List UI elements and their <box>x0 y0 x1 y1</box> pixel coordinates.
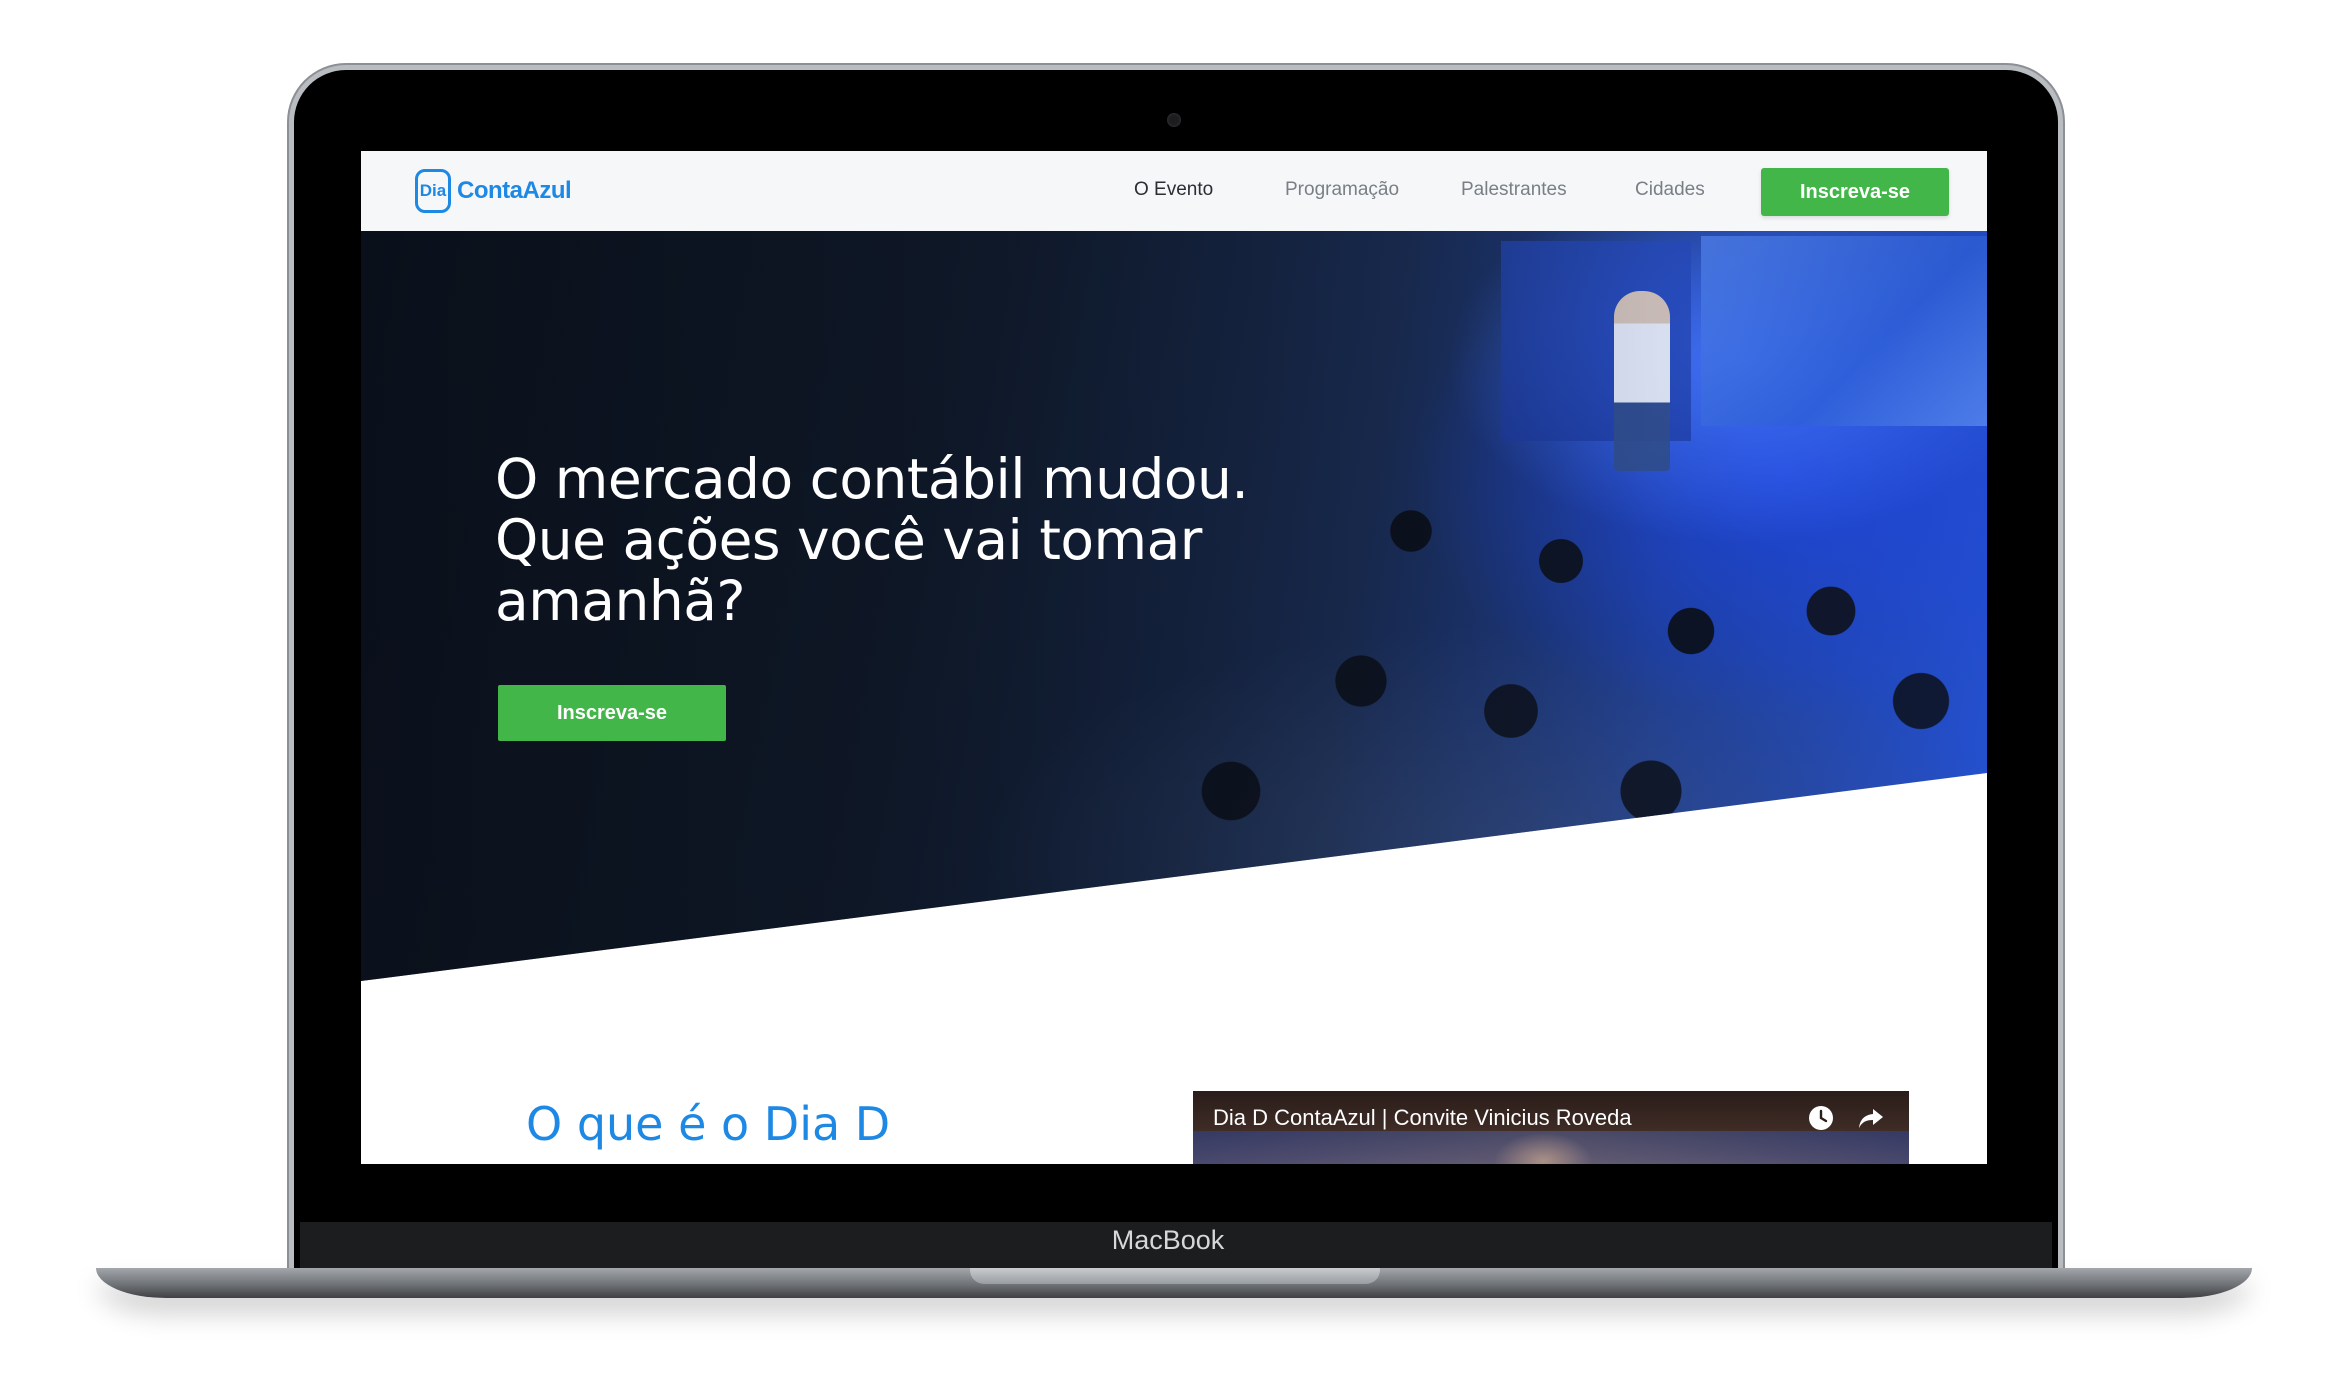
clock-icon[interactable] <box>1808 1105 1834 1131</box>
logo-text: ContaAzul <box>457 177 572 204</box>
video-title[interactable]: Dia D ContaAzul | Convite Vinicius Roved… <box>1213 1105 1632 1131</box>
hero-title-line: O mercado contábil mudou. <box>495 447 1249 511</box>
browser-screen: Dia ContaAzul O Evento Programação Pales… <box>361 151 1987 1164</box>
hero-section: O mercado contábil mudou. Que ações você… <box>361 231 1987 981</box>
logo[interactable]: Dia ContaAzul <box>415 167 572 215</box>
navbar: Dia ContaAzul O Evento Programação Pales… <box>361 151 1987 231</box>
camera-dot <box>1167 113 1181 127</box>
nav-link-programacao[interactable]: Programação <box>1285 179 1399 201</box>
share-icon[interactable] <box>1857 1105 1885 1131</box>
device-label: MacBook <box>1111 1225 1225 1255</box>
hero-title: O mercado contábil mudou. Que ações você… <box>495 449 1255 632</box>
laptop-hinge-notch <box>970 1268 1380 1284</box>
hero-title-line: Que ações você vai tomar <box>495 508 1202 572</box>
nav-link-o-evento[interactable]: O Evento <box>1134 179 1213 201</box>
video-thumbnail <box>1193 1131 1909 1164</box>
video-embed[interactable]: Dia D ContaAzul | Convite Vinicius Roved… <box>1193 1091 1909 1164</box>
nav-link-cidades[interactable]: Cidades <box>1635 179 1705 201</box>
about-section-title: O que é o Dia D <box>526 1097 891 1151</box>
hero-signup-button[interactable]: Inscreva-se <box>498 685 726 741</box>
nav-link-palestrantes[interactable]: Palestrantes <box>1461 179 1567 201</box>
nav-signup-button[interactable]: Inscreva-se <box>1761 168 1949 216</box>
logo-mark: Dia <box>415 169 451 213</box>
hero-title-line: amanhã? <box>495 569 746 633</box>
